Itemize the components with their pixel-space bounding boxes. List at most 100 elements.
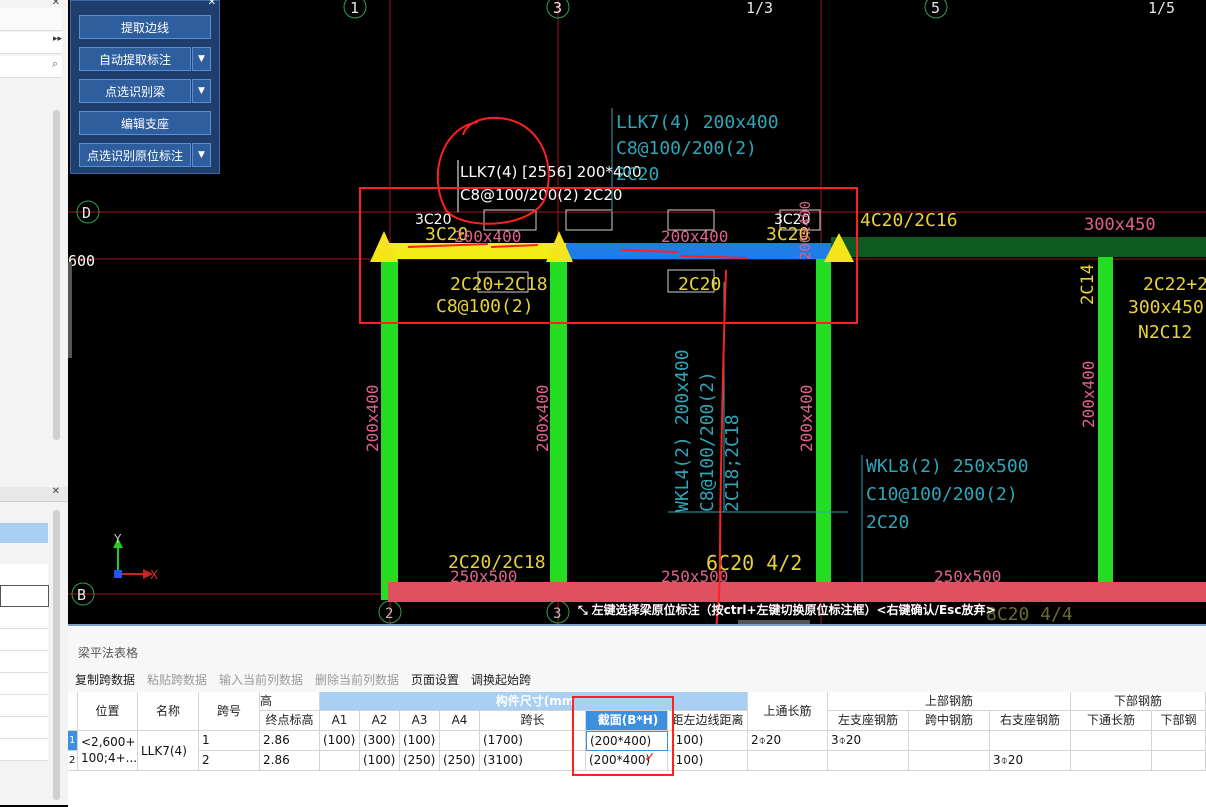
table-cell[interactable]: 2 <box>199 751 260 771</box>
cad-label: 2C20+2C18 <box>450 274 548 295</box>
table-cell[interactable]: (100) <box>360 751 400 771</box>
table-cell[interactable] <box>748 751 828 771</box>
col-header-a2: A2 <box>360 711 400 731</box>
table-cell[interactable]: (1700) <box>480 731 586 751</box>
cad-label: 4C20/2C16 <box>860 210 958 231</box>
close-icon[interactable]: ✕ <box>52 486 60 497</box>
table-cell[interactable]: (100) <box>320 731 360 751</box>
table-cell[interactable]: 2.86 <box>260 751 320 771</box>
left-panel-scrollbar[interactable] <box>53 510 60 800</box>
table-cell[interactable] <box>320 751 360 771</box>
wkl4-annotation: C8@100/200(2) <box>697 371 718 512</box>
table-cell[interactable] <box>1152 731 1206 751</box>
col-header-left-seat: 左支座钢筋 <box>828 711 909 731</box>
left-panel-input[interactable] <box>0 585 49 607</box>
col-header-mid-span: 跨中钢筋 <box>909 711 990 731</box>
left-panel-row[interactable] <box>0 564 48 586</box>
close-icon[interactable]: ✕ <box>52 0 60 8</box>
beam-annotation-line1: LLK7(4) [2556] 200*400 <box>460 163 642 181</box>
table-cell[interactable] <box>1071 751 1152 771</box>
table-cell[interactable]: 3⌽20 <box>828 731 909 751</box>
table-cell[interactable] <box>990 731 1071 751</box>
beam-table: 位置 名称 跨号 高 构件尺寸(mm 上通长筋 上部钢筋 下部钢筋 终点标高 A… <box>68 692 1206 807</box>
table-cell[interactable] <box>440 731 480 751</box>
left-panel-row[interactable] <box>0 673 48 695</box>
page-setup-button[interactable]: 页面设置 <box>411 671 459 688</box>
left-panel-row[interactable] <box>0 717 48 739</box>
copy-span-data-button[interactable]: 复制跨数据 <box>75 671 135 688</box>
table-cell[interactable]: (100) <box>400 731 440 751</box>
table-cell[interactable]: (100) <box>668 751 748 771</box>
cad-label: 200x400 <box>798 201 814 260</box>
cyan-annotation: C8@100/200(2) <box>616 138 757 159</box>
input-column-data-button[interactable]: 输入当前列数据 <box>219 671 303 688</box>
col-header-bottom-long: 下通长筋 <box>1071 711 1152 731</box>
table-cell[interactable]: 1 <box>199 731 260 751</box>
table-cell[interactable] <box>909 731 990 751</box>
cad-label: 200x400 <box>1079 361 1098 428</box>
left-panel-row[interactable] <box>0 607 48 629</box>
left-panel-selected-row[interactable] <box>0 523 48 543</box>
table-cell[interactable]: (250) <box>440 751 480 771</box>
left-value: 600 <box>68 252 95 270</box>
table-cell[interactable]: (300) <box>360 731 400 751</box>
left-panel-row[interactable] <box>0 629 48 651</box>
table-cell[interactable]: 3⌽20 <box>990 751 1071 771</box>
table-cell[interactable] <box>828 751 909 771</box>
pick-recognize-beam-button[interactable]: 点选识别梁 <box>79 79 191 103</box>
cell-position[interactable]: <2,600+ 100;4+... <box>78 731 138 771</box>
row-index[interactable]: 2 <box>68 751 78 771</box>
close-icon[interactable]: ✕ <box>208 0 216 8</box>
table-cell[interactable]: (3100) <box>480 751 586 771</box>
axis-label-bottom: 2 <box>385 606 393 622</box>
left-panel-search[interactable]: ⌕ <box>0 56 62 78</box>
expand-icon[interactable]: ▸▸ <box>53 34 62 44</box>
table-cell[interactable]: 2.86 <box>260 731 320 751</box>
paste-span-data-button[interactable]: 粘贴跨数据 <box>147 671 207 688</box>
table-cell[interactable] <box>1152 751 1206 771</box>
extract-edge-button[interactable]: 提取边线 <box>79 15 211 39</box>
left-panel-row[interactable]: ▸▸ <box>0 32 62 54</box>
cad-label: 250x500 <box>934 567 1001 586</box>
left-panel-row[interactable] <box>0 651 48 673</box>
table-cell[interactable]: (250) <box>400 751 440 771</box>
table-cell[interactable] <box>1071 731 1152 751</box>
left-side-panel: ✕ ▸▸ ⌕ ✕ <box>0 0 69 805</box>
dropdown-icon[interactable]: ▼ <box>192 47 211 71</box>
col-header-a3: A3 <box>400 711 440 731</box>
cad-canvas[interactable]: 1 3 1/3 5 1/5 D B 2 3 600 LLK7(4) [2556]… <box>68 0 1206 624</box>
col-header-position: 位置 <box>78 692 138 731</box>
beam-table-panel: 梁平法表格 复制跨数据 粘贴跨数据 输入当前列数据 删除当前列数据 页面设置 调… <box>68 624 1206 807</box>
col-header-end-elevation: 终点标高 <box>260 711 320 731</box>
search-icon[interactable]: ⌕ <box>52 57 58 71</box>
cad-drawing-area[interactable]: 1 3 1/3 5 1/5 D B 2 3 600 LLK7(4) [2556]… <box>68 0 1206 624</box>
cad-label: 250x500 <box>661 567 728 586</box>
arrow-head-icon: ✓ <box>644 750 656 766</box>
left-panel-row[interactable] <box>0 739 48 761</box>
left-panel-scrollbar[interactable] <box>53 110 60 440</box>
table-cell[interactable] <box>909 751 990 771</box>
row-index[interactable]: 1 <box>68 731 78 751</box>
delete-column-data-button[interactable]: 删除当前列数据 <box>315 671 399 688</box>
axis-label-top: 1 <box>350 0 359 17</box>
cad-label: 250x500 <box>450 567 517 586</box>
table-cell[interactable]: 2⌽20 <box>748 731 828 751</box>
row-header-corner <box>68 692 78 731</box>
axis-label-top: 5 <box>931 0 940 17</box>
pick-recognize-inplace-annotation-button[interactable]: 点选识别原位标注 <box>79 143 191 167</box>
left-panel-row[interactable] <box>0 8 62 31</box>
ucs-x-label: X <box>150 568 158 582</box>
auto-extract-annotation-button[interactable]: 自动提取标注 <box>79 47 191 71</box>
left-panel-row[interactable] <box>0 695 48 717</box>
col-header-distance-left: 距左边线距离 <box>668 711 748 731</box>
axis-label-top: 1/5 <box>1148 0 1175 17</box>
cad-label: 300x450 <box>1128 297 1204 318</box>
dropdown-icon[interactable]: ▼ <box>192 143 211 167</box>
dropdown-icon[interactable]: ▼ <box>192 79 211 103</box>
table-cell[interactable]: (100) <box>668 731 748 751</box>
swap-start-span-button[interactable]: 调换起始跨 <box>471 671 531 688</box>
axis-label-left: B <box>77 586 86 604</box>
col-group-lower-rebar: 下部钢筋 <box>1071 692 1206 711</box>
cell-name[interactable]: LLK7(4) <box>138 731 199 771</box>
edit-support-button[interactable]: 编辑支座 <box>79 111 211 135</box>
